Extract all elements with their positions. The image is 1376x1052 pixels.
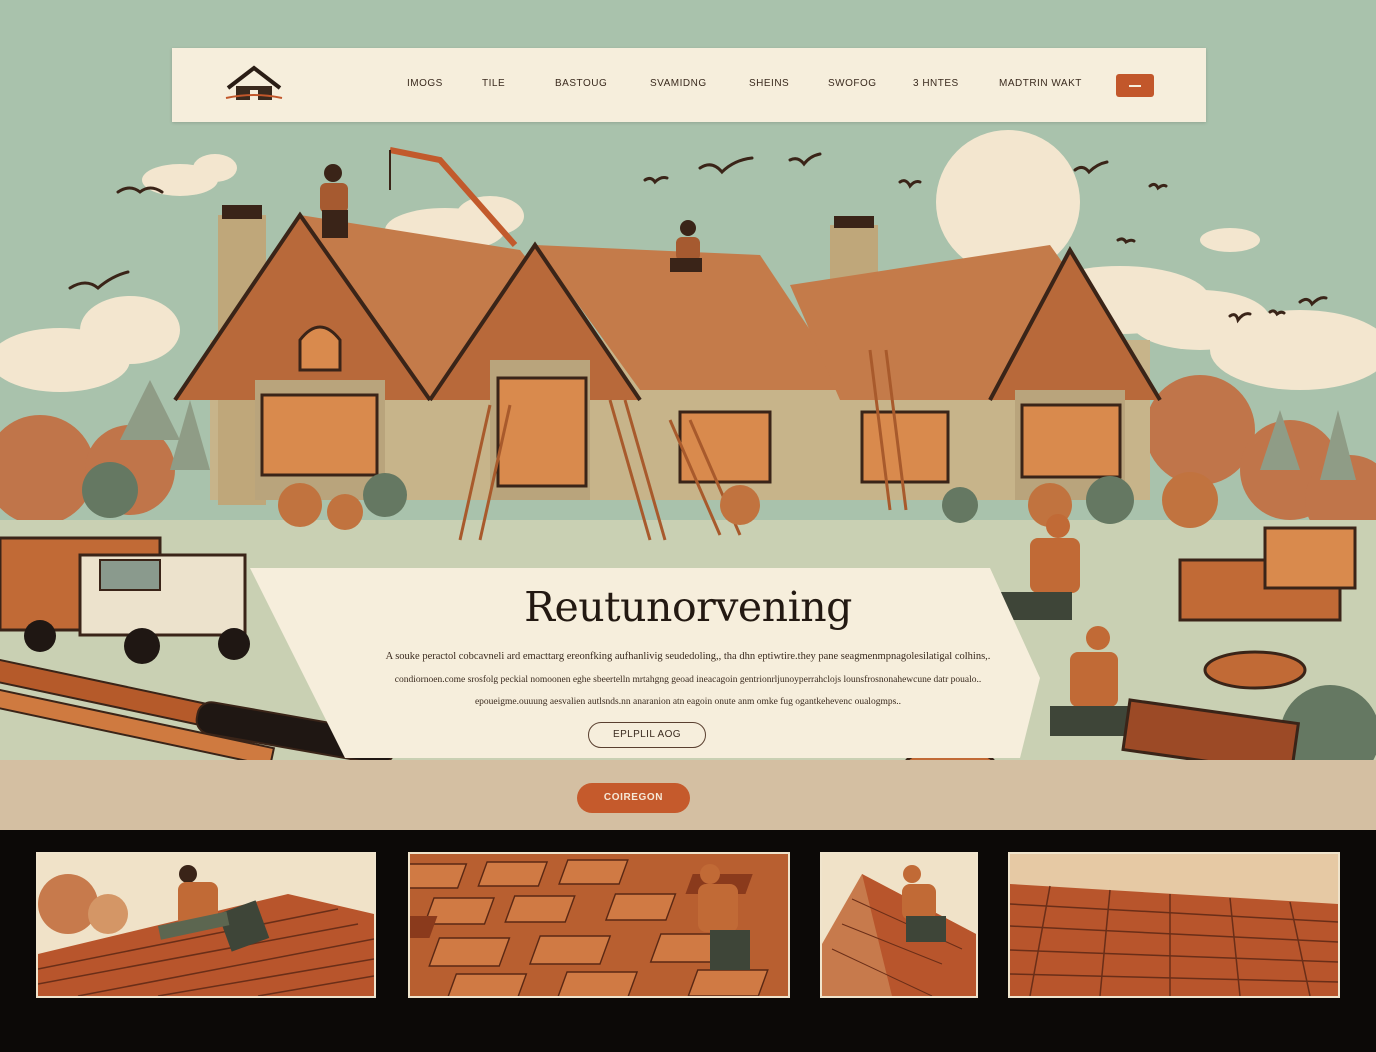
nav-item-sheins[interactable]: SHEINS bbox=[749, 78, 789, 89]
nav-item-svamidng[interactable]: SVAMIDNG bbox=[650, 78, 707, 89]
learn-more-button[interactable]: EPLPLIL AOG bbox=[588, 722, 706, 748]
hero-title: Reutunorvening bbox=[524, 583, 852, 631]
nav-item-3hntes[interactable]: 3 HNTES bbox=[913, 78, 959, 89]
top-navbar: IMOGS TILE BASTOUG SVAMIDNG SHEINS SWOFO… bbox=[172, 48, 1206, 122]
nav-item-tile[interactable]: TILE bbox=[482, 78, 505, 89]
hero-body-line-1: A souke peractol cobcavneli ard emacttar… bbox=[385, 651, 991, 662]
nav-item-bastoug[interactable]: BASTOUG bbox=[555, 78, 607, 89]
gallery-photo-roofer-kneeling[interactable] bbox=[820, 852, 978, 998]
house-logo-icon[interactable] bbox=[224, 62, 284, 106]
nav-item-madtrin-wakt[interactable]: MADTRIN WAKT bbox=[999, 78, 1082, 89]
hero-body-line-3: epoueigme.ouuung aesvalien autlsnds.nn a… bbox=[474, 697, 902, 707]
gallery-photo-roofer-laying[interactable] bbox=[36, 852, 376, 998]
gallery-photo-shingle-texture[interactable] bbox=[408, 852, 790, 998]
nav-item-swofog[interactable]: SWOFOG bbox=[828, 78, 877, 89]
menu-icon bbox=[1129, 85, 1141, 87]
page: IMOGS TILE BASTOUG SVAMIDNG SHEINS SWOFO… bbox=[0, 0, 1376, 1052]
gallery-photo-shingle-surface[interactable] bbox=[1008, 852, 1340, 998]
hero-body-line-2: condiornoen.come srosfolg peckial nomoon… bbox=[394, 675, 982, 685]
cta-button[interactable]: COIREGON bbox=[577, 783, 690, 813]
menu-button[interactable] bbox=[1116, 74, 1154, 97]
nav-item-imogs[interactable]: IMOGS bbox=[407, 78, 443, 89]
